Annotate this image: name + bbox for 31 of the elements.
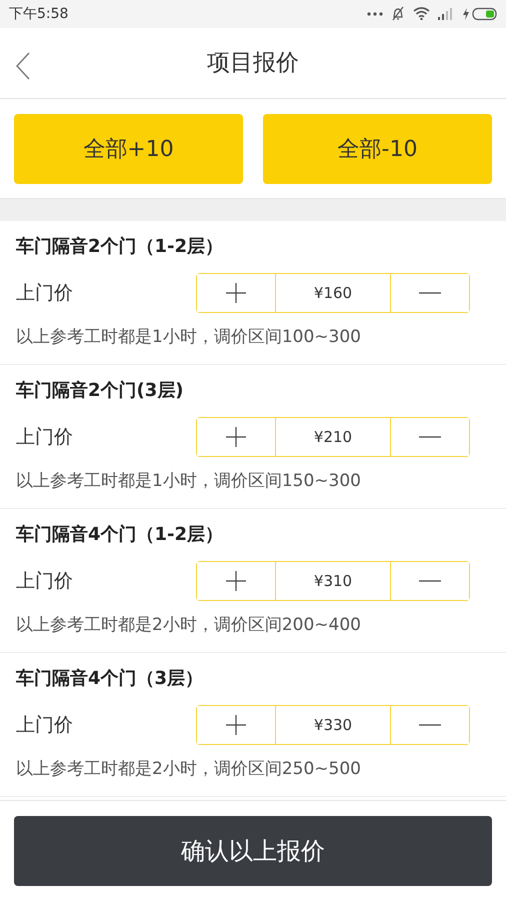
bell-muted-icon	[391, 6, 405, 22]
plus-icon	[226, 426, 246, 447]
page-title: 项目报价	[207, 49, 299, 78]
more-icon	[367, 12, 383, 16]
price-label: 上门价	[16, 424, 73, 450]
plus-icon	[226, 282, 246, 303]
status-time: 下午5:58	[9, 4, 68, 23]
plus-icon	[226, 714, 246, 735]
item-title: 车门隔音4个门（3层）	[16, 666, 204, 691]
confirm-button[interactable]: 确认以上报价	[14, 816, 492, 886]
price-label: 上门价	[16, 280, 73, 306]
back-button[interactable]	[16, 52, 30, 80]
item-title: 车门隔音4个门（1-2层）	[16, 522, 224, 547]
price-note: 以上参考工时都是2小时，调价区间250~500	[16, 758, 362, 780]
price-note: 以上参考工时都是1小时，调价区间100~300	[16, 326, 362, 348]
minus-icon	[419, 580, 441, 582]
signal-icon	[438, 8, 454, 20]
item-title: 车门隔音2个门（1-2层）	[16, 234, 224, 259]
minus-icon	[419, 436, 441, 438]
item-title: 车门隔音2个门(3层)	[16, 378, 185, 403]
price-label: 上门价	[16, 712, 73, 738]
bulk-adjust-button[interactable]: 全部+10	[14, 114, 243, 184]
price-note: 以上参考工时都是1小时，调价区间150~300	[16, 470, 362, 492]
price-note: 以上参考工时都是2小时，调价区间200~400	[16, 614, 362, 636]
minus-icon	[419, 724, 441, 726]
wifi-icon	[413, 7, 430, 20]
price-label: 上门价	[16, 568, 73, 594]
minus-icon	[419, 292, 441, 294]
plus-icon	[226, 570, 246, 591]
battery-charging-icon	[462, 6, 498, 21]
bulk-adjust-button[interactable]: 全部-10	[263, 114, 492, 184]
